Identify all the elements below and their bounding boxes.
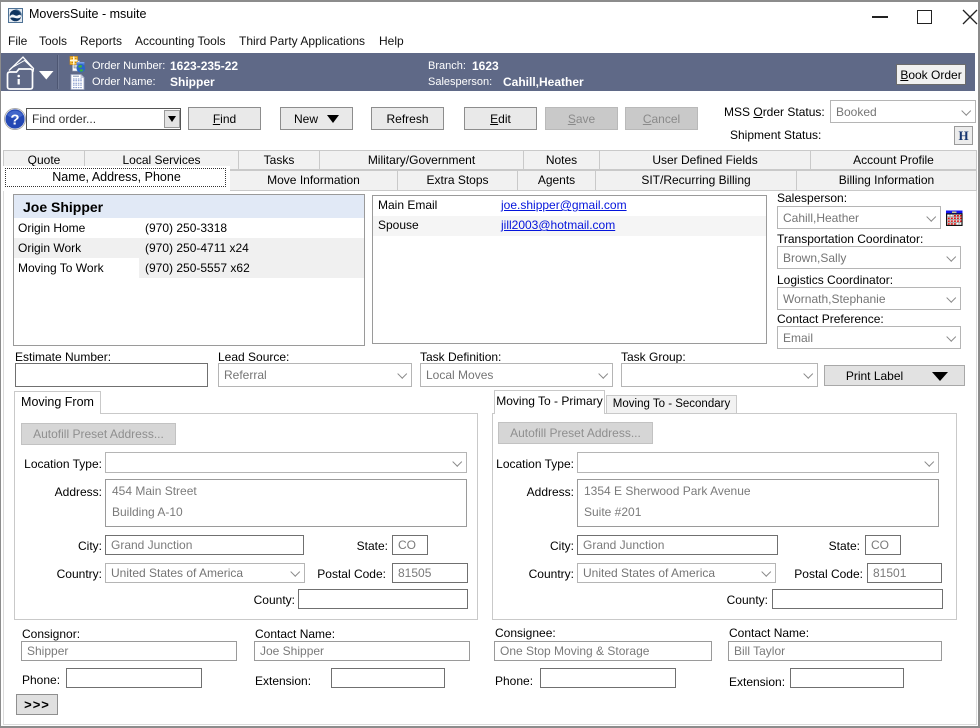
svg-text:?: ? <box>10 112 19 129</box>
